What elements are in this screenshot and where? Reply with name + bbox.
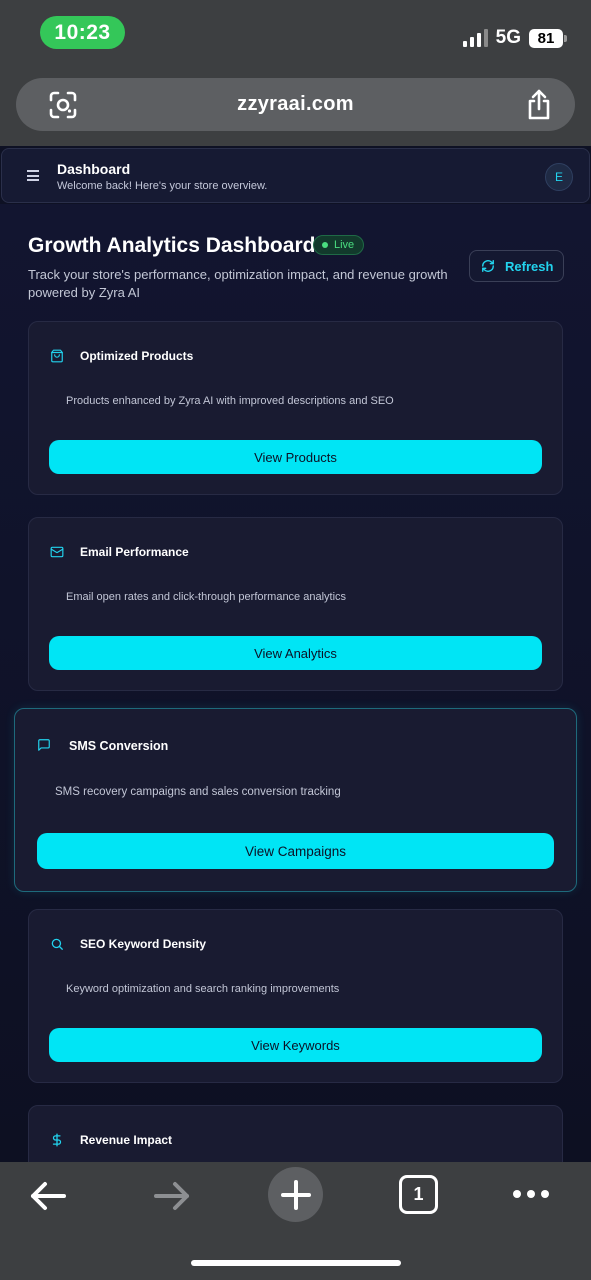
refresh-icon: [482, 260, 494, 272]
card-description: SMS recovery campaigns and sales convers…: [55, 786, 341, 798]
avatar[interactable]: E: [545, 163, 573, 191]
header-title: Dashboard: [57, 161, 131, 177]
card-title: SEO Keyword Density: [80, 937, 207, 951]
arrow-left-icon: [31, 1182, 66, 1210]
search-icon: [51, 938, 63, 950]
lens-icon[interactable]: [48, 91, 78, 119]
back-button[interactable]: [28, 1178, 68, 1214]
home-indicator: [191, 1260, 401, 1266]
new-tab-button[interactable]: [268, 1167, 323, 1222]
dollar-sign-icon: [52, 1133, 62, 1147]
page-title: Growth Analytics Dashboard: [28, 234, 316, 257]
status-time: 10:23: [40, 16, 125, 49]
more-menu-button[interactable]: [511, 1184, 551, 1204]
view-analytics-button[interactable]: View Analytics: [49, 636, 542, 670]
card-sms-conversion: SMS Conversion SMS recovery campaigns an…: [14, 708, 577, 892]
live-dot-icon: [322, 242, 328, 248]
shopping-bag-icon: [51, 349, 63, 363]
live-badge-label: Live: [334, 239, 355, 251]
card-title: SMS Conversion: [69, 739, 169, 753]
view-keywords-button[interactable]: View Keywords: [49, 1028, 542, 1062]
view-products-button[interactable]: View Products: [49, 440, 542, 474]
view-campaigns-button[interactable]: View Campaigns: [37, 833, 554, 869]
card-description: Products enhanced by Zyra AI with improv…: [66, 395, 394, 407]
network-type: 5G: [495, 27, 521, 48]
refresh-label: Refresh: [505, 258, 554, 274]
card-description: Email open rates and click-through perfo…: [66, 591, 347, 603]
signal-icon: [462, 29, 488, 47]
status-indicators: 5G 81: [462, 24, 567, 52]
url-text[interactable]: zzyraai.com: [237, 93, 354, 116]
battery-icon: 81: [529, 28, 567, 48]
app-header: Dashboard Welcome back! Here's your stor…: [1, 148, 590, 203]
forward-button[interactable]: [152, 1178, 192, 1214]
browser-top-chrome: 10:23 5G 81 zzyraai.com: [0, 0, 591, 146]
card-seo-keyword-density: SEO Keyword Density Keyword optimization…: [28, 909, 563, 1083]
tabs-button[interactable]: 1: [399, 1175, 438, 1214]
card-title: Revenue Impact: [80, 1133, 173, 1147]
more-horizontal-icon: [513, 1190, 549, 1198]
share-icon[interactable]: [525, 89, 553, 121]
plus-icon: [280, 1179, 311, 1210]
hamburger-menu-icon[interactable]: [27, 170, 39, 181]
message-square-icon: [38, 739, 50, 751]
mail-icon: [50, 546, 64, 558]
card-optimized-products: Optimized Products Products enhanced by …: [28, 321, 563, 495]
card-title: Email Performance: [80, 545, 189, 559]
refresh-button[interactable]: Refresh: [469, 250, 564, 282]
header-subtitle: Welcome back! Here's your store overview…: [57, 180, 268, 192]
live-status-badge: Live: [313, 235, 365, 255]
card-email-performance: Email Performance Email open rates and c…: [28, 517, 563, 691]
address-bar[interactable]: zzyraai.com: [16, 78, 575, 131]
arrow-right-icon: [154, 1182, 189, 1210]
card-description: Keyword optimization and search ranking …: [66, 983, 340, 995]
card-title: Optimized Products: [80, 349, 194, 363]
page-description: Track your store's performance, optimiza…: [28, 267, 448, 300]
